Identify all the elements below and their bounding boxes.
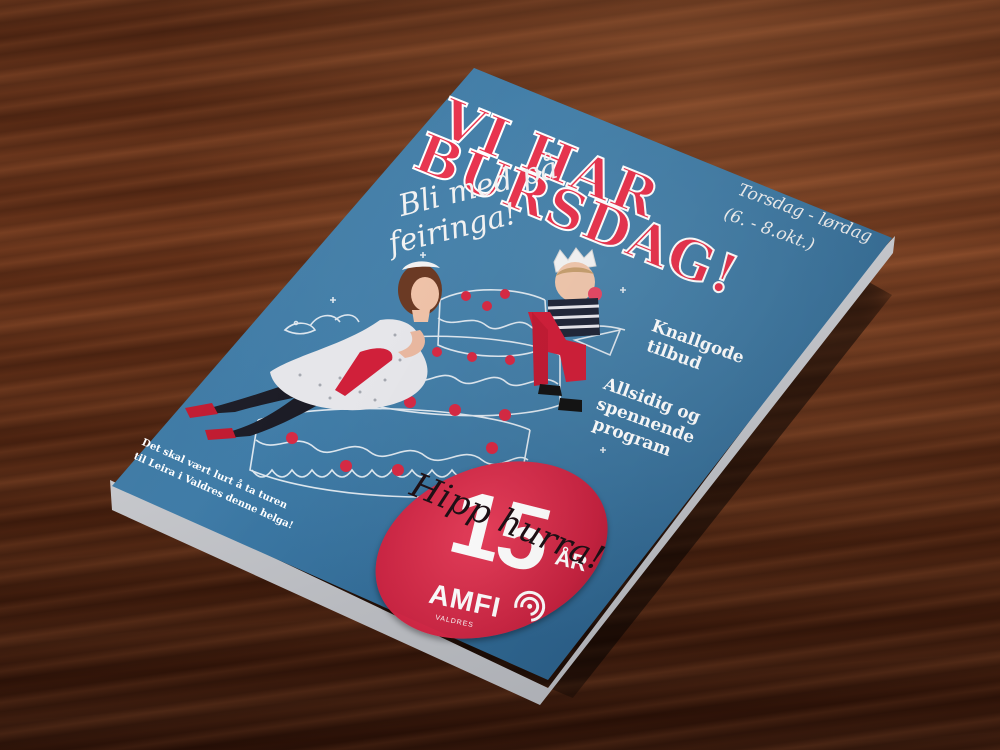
- anniversary-badge: 15 ÅR Hipp hurra! AMFI VALDRES: [363, 450, 620, 655]
- amfi-swirl-icon: [514, 590, 546, 622]
